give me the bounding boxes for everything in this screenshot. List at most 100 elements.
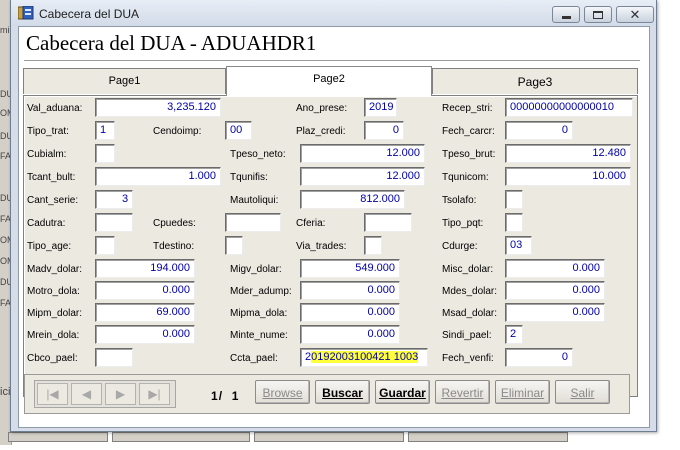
background-fragment: OM	[0, 108, 10, 118]
background-fragment: mi	[0, 25, 10, 35]
tqunifis-field[interactable]: 12.000	[300, 167, 425, 186]
label-mrein-dola: Mrein_dola:	[27, 330, 80, 341]
close-icon: ✕	[629, 7, 641, 22]
mdes-dolar-field[interactable]: 0.000	[505, 281, 605, 300]
recep-stri-field[interactable]: 00000000000000010	[505, 98, 633, 117]
tpeso-neto-field[interactable]: 12.000	[300, 144, 425, 163]
mipm-dolar-field[interactable]: 69.000	[95, 303, 195, 322]
msad-dolar-field[interactable]: 0.000	[505, 303, 605, 322]
label-mipm-dolar: Mipm_dolar:	[27, 308, 83, 319]
background-fragment: DU	[0, 277, 10, 287]
cadutra-field[interactable]	[95, 213, 133, 232]
sindi-pael-field[interactable]: 2	[505, 325, 523, 344]
last-record-button[interactable]: ▶|	[139, 383, 170, 405]
tab-page2[interactable]: Page2	[226, 66, 432, 96]
label-fech-carcr: Fech_carcr:	[442, 126, 495, 137]
ccta-pael-highlight: 0192003100421 1003	[311, 351, 419, 363]
tab-label: Page1	[108, 75, 141, 87]
mipma-dola-field[interactable]: 0.000	[300, 303, 400, 322]
tab-page3[interactable]: Page3	[432, 68, 638, 94]
maximize-icon	[593, 10, 603, 19]
cpuedes-field[interactable]	[225, 213, 281, 232]
page-current: 1	[211, 389, 219, 403]
label-mipma-dola: Mipma_dola:	[230, 308, 288, 319]
label-tipo-trat: Tipo_trat:	[27, 126, 69, 137]
val-aduana-field[interactable]: 3,235.120	[95, 98, 221, 117]
salir-button[interactable]: Salir	[555, 380, 610, 404]
tipo-pqt-field[interactable]	[505, 213, 523, 232]
misc-dolar-field[interactable]: 0.000	[505, 259, 605, 278]
label-motro-dola: Motro_dola:	[27, 286, 80, 297]
label-cferia: Cferia:	[296, 218, 326, 229]
tipo-trat-field[interactable]: 1	[95, 121, 115, 140]
mautoliqui-field[interactable]: 812.000	[300, 190, 405, 209]
background-fragment: DU	[0, 193, 10, 203]
window-client: Cabecera del DUA - ADUAHDR1 Page1 Page2 …	[18, 26, 650, 428]
label-cbco-pael: Cbco_pael:	[27, 353, 78, 364]
tab-label: Page3	[517, 75, 553, 89]
label-fech-venfi: Fech_venfi:	[442, 353, 494, 364]
title-divider	[24, 60, 640, 62]
cendoimp-field[interactable]: 00	[225, 121, 252, 140]
label-sindi-pael: Sindi_pael:	[442, 330, 492, 341]
next-record-icon: ▶	[115, 387, 126, 401]
background-fragment: OM	[0, 235, 10, 245]
plaz-credi-field[interactable]: 0	[364, 121, 404, 140]
mder-adump-field[interactable]: 0.000	[300, 281, 400, 300]
revertir-button[interactable]: Revertir	[435, 380, 490, 404]
record-navigator: |◀ ◀ ▶ ▶|	[34, 380, 176, 408]
madv-dolar-field[interactable]: 194.000	[95, 259, 195, 278]
ccta-pael-field[interactable]: 20192003100421 1003	[300, 348, 428, 367]
motro-dola-field[interactable]: 0.000	[95, 281, 195, 300]
label-cdurge: Cdurge:	[442, 241, 478, 252]
dua-header-window: Cabecera del DUA ✕ Cabecera del DUA - AD…	[10, 0, 657, 432]
title-bar[interactable]: Cabecera del DUA ✕	[11, 0, 656, 26]
tipo-age-field[interactable]	[95, 236, 115, 255]
migv-dolar-field[interactable]: 549.000	[300, 259, 400, 278]
label-cubialm: Cubialm:	[27, 149, 67, 160]
tcant-bult-field[interactable]: 1.000	[95, 167, 221, 186]
cferia-field[interactable]	[364, 213, 412, 232]
tqunicom-field[interactable]: 10.000	[505, 167, 631, 186]
eliminar-button[interactable]: Eliminar	[495, 380, 550, 404]
label-tqunicom: Tqunicom:	[442, 172, 489, 183]
previous-record-button[interactable]: ◀	[71, 383, 102, 405]
tab-page1[interactable]: Page1	[23, 68, 226, 94]
cant-serie-field[interactable]: 3	[95, 190, 133, 209]
label-mdes-dolar: Mdes_dolar:	[442, 286, 498, 297]
fech-venfi-field[interactable]: 0	[505, 348, 573, 367]
fech-carcr-field[interactable]: 0	[505, 121, 573, 140]
buscar-button[interactable]: Buscar	[315, 380, 370, 404]
window-title: Cabecera del DUA	[39, 7, 140, 21]
browse-button[interactable]: Browse	[255, 380, 310, 404]
minte-nume-field[interactable]: 0.000	[300, 325, 400, 344]
cubialm-field[interactable]	[95, 144, 115, 163]
mrein-dola-field[interactable]: 0.000	[95, 325, 195, 344]
label-cendoimp: Cendoimp:	[153, 126, 202, 137]
label-ccta-pael: Ccta_pael:	[230, 353, 278, 364]
via-trades-field[interactable]	[364, 236, 382, 255]
background-panel	[408, 432, 568, 442]
navigation-toolbar: |◀ ◀ ▶ ▶| 1/ 1 Browse Buscar Guardar Rev…	[24, 374, 630, 414]
tab-label: Page2	[313, 73, 345, 85]
minimize-icon	[561, 15, 571, 19]
tpeso-brut-field[interactable]: 12.480	[505, 144, 631, 163]
cdurge-field[interactable]: 03	[505, 236, 532, 255]
first-record-button[interactable]: |◀	[37, 383, 68, 405]
label-migv-dolar: Migv_dolar:	[230, 264, 282, 275]
next-record-button[interactable]: ▶	[105, 383, 136, 405]
maximize-button[interactable]	[584, 6, 612, 23]
minimize-button[interactable]	[552, 6, 580, 23]
label-minte-nume: Minte_nume:	[230, 330, 288, 341]
label-ano-prese: Ano_prese:	[296, 103, 348, 114]
app-icon	[18, 6, 34, 20]
ano-prese-field[interactable]: 2019	[364, 98, 397, 117]
cbco-pael-field[interactable]	[95, 348, 133, 367]
close-button[interactable]: ✕	[616, 6, 654, 23]
last-record-icon: ▶|	[148, 387, 161, 401]
guardar-button[interactable]: Guardar	[375, 380, 430, 404]
tdestino-field[interactable]	[225, 236, 243, 255]
page-separator: /	[218, 389, 224, 403]
label-cpuedes: Cpuedes:	[153, 218, 196, 229]
tsolafo-field[interactable]	[505, 190, 523, 209]
